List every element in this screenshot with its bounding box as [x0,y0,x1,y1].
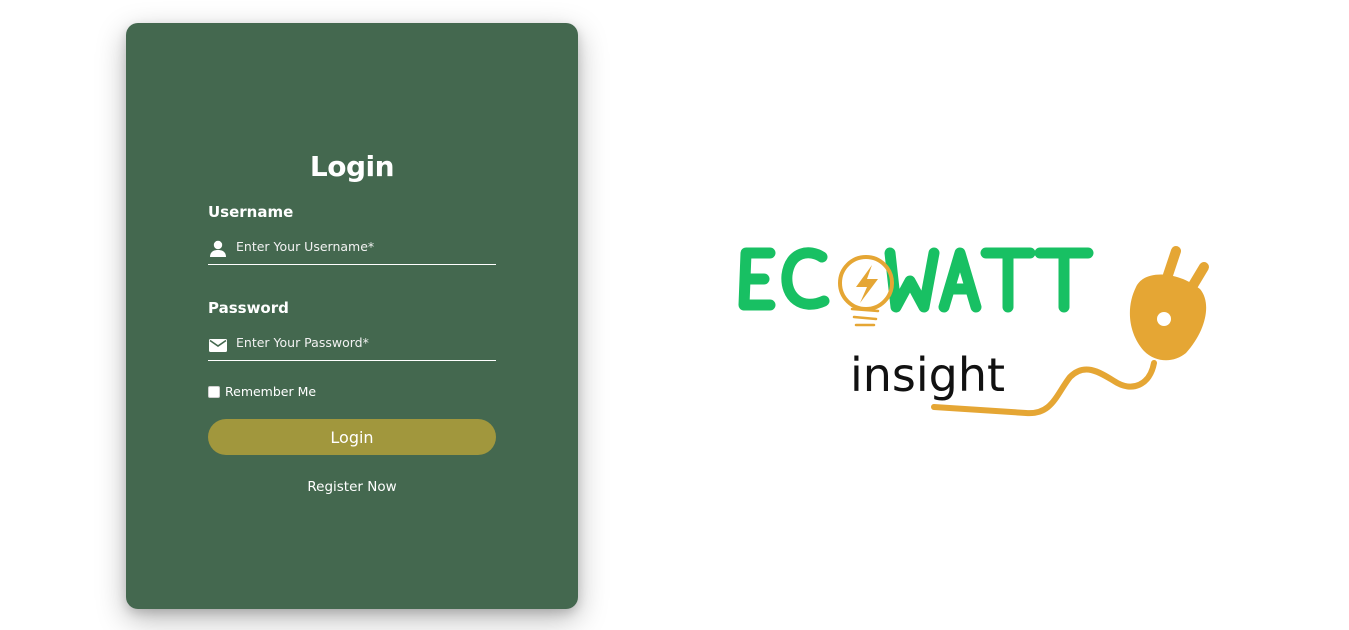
remember-me-label: Remember Me [225,384,317,399]
brand-lettering [738,247,1094,313]
remember-me[interactable]: Remember Me [208,384,316,399]
login-button[interactable]: Login [208,419,496,455]
logo-tagline: insight [850,348,1005,402]
username-input[interactable] [236,234,494,258]
user-icon [208,239,228,259]
login-title: Login [309,150,395,183]
password-label: Password [208,299,289,317]
plug-icon [1129,246,1209,361]
login-card: Login Username Password Remem [126,23,578,609]
remember-me-checkbox[interactable] [208,385,220,398]
register-now-link[interactable]: Register Now [126,479,578,495]
envelope-icon [208,335,228,355]
username-label: Username [208,203,294,221]
login-page: Login Username Password Remem [0,0,1349,630]
password-field-wrapper [208,330,496,361]
ecowatt-insight-logo: insight [730,235,1220,435]
logo-graphic: insight [738,246,1209,417]
lightning-bulb-icon [838,255,894,327]
password-input[interactable] [236,330,494,354]
username-field-wrapper [208,234,496,265]
